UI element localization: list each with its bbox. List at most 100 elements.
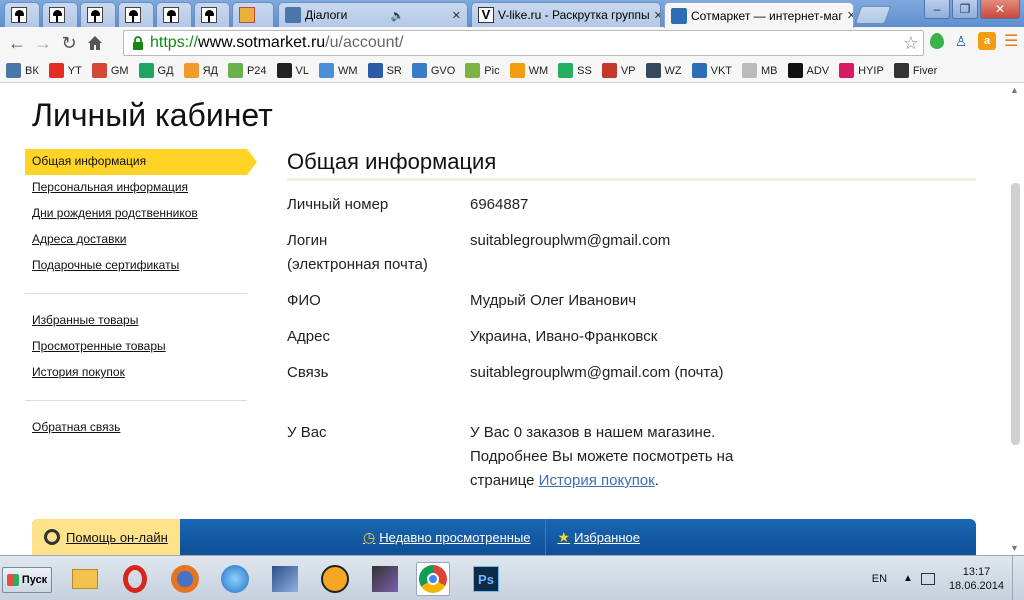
bookmark-item[interactable]: ADV (787, 63, 829, 78)
bookmark-label: WZ (664, 64, 682, 77)
close-icon[interactable]: ✕ (843, 9, 853, 22)
favorites-label: Избранное (574, 529, 640, 545)
pinned-tab[interactable] (194, 2, 230, 27)
bookmark-item[interactable]: HYIP (839, 63, 884, 78)
palm-tree-icon (11, 7, 27, 23)
evernote-icon[interactable] (930, 33, 944, 49)
bookmark-item[interactable]: GM (91, 63, 129, 78)
bookmark-item[interactable]: P24 (227, 63, 267, 78)
bookmark-item[interactable]: WZ (645, 63, 682, 78)
bookmark-label: SS (577, 64, 592, 77)
bookmark-item[interactable]: VL (276, 63, 309, 78)
close-window-button[interactable]: ✕ (980, 0, 1020, 19)
bookmark-item[interactable]: Pic (465, 63, 500, 78)
pinned-tab[interactable] (42, 2, 78, 27)
bookmark-item[interactable]: VP (601, 63, 636, 78)
pinned-tab[interactable] (4, 2, 40, 27)
explorer-taskbar-icon[interactable] (68, 562, 102, 596)
bookmark-item[interactable]: GД (138, 63, 174, 78)
bookmark-label: GM (110, 64, 129, 77)
scroll-down-icon[interactable]: ▼ (1010, 543, 1019, 553)
tool-taskbar-icon[interactable] (368, 562, 402, 596)
photoshop-taskbar-icon[interactable]: Ps (469, 562, 503, 596)
bookmark-item[interactable]: WM (509, 63, 548, 78)
scroll-up-icon[interactable]: ▲ (1010, 85, 1019, 95)
bookmark-label: ЯД (202, 64, 218, 77)
restore-button[interactable]: ❐ (952, 0, 978, 19)
speaker-icon[interactable]: 🔈 (391, 9, 405, 22)
palm-tree-icon (49, 7, 65, 23)
bookmark-label: HYIP (858, 64, 884, 77)
recently-viewed-button[interactable]: ◷ Недавно просмотренные (363, 529, 531, 546)
sidebar-item[interactable]: Просмотренные товары (25, 334, 257, 360)
browser-taskbar-icon[interactable] (218, 562, 252, 596)
back-button[interactable]: ← (4, 30, 30, 56)
tab-sotmarket[interactable]: Сотмаркет — интернет-маг ✕ (664, 2, 854, 28)
row-value: Мудрый Олег Иванович (470, 292, 637, 309)
bookmark-icon (645, 63, 661, 78)
menu-icon[interactable]: ☰ (1004, 31, 1018, 51)
bookmark-star-icon[interactable]: ☆ (903, 33, 919, 54)
close-icon[interactable]: ✕ (650, 9, 660, 22)
start-button[interactable]: Пуск (2, 567, 52, 593)
clock-time: 13:17 (962, 565, 991, 578)
pinned-tab[interactable] (232, 2, 274, 27)
bookmark-item[interactable]: SS (558, 63, 592, 78)
online-help-button[interactable]: Помощь он-лайн (32, 519, 180, 555)
show-desktop-button[interactable] (1012, 556, 1024, 600)
new-tab-button[interactable] (854, 6, 892, 24)
close-icon[interactable]: ✕ (448, 9, 461, 22)
bookmark-item[interactable]: Fiver (893, 63, 937, 78)
opera-taskbar-icon[interactable] (118, 562, 152, 596)
app-taskbar-icon[interactable] (268, 562, 302, 596)
firefox-taskbar-icon[interactable] (168, 562, 202, 596)
sidebar-item[interactable]: Обратная связь (25, 415, 257, 441)
row-address: Адрес Украина, Ивано-Франковск (287, 325, 976, 361)
bookmark-item[interactable]: MB (742, 63, 778, 78)
bookmark-item[interactable]: WM (319, 63, 358, 78)
sidebar-item[interactable]: Персональная информация (25, 175, 257, 201)
minimize-button[interactable]: – (924, 0, 950, 19)
tab-dialogi[interactable]: Діалоги 🔈 ✕ (278, 2, 468, 27)
row-personal-number: Личный номер 6964887 (287, 193, 976, 229)
reload-button[interactable]: ↻ (56, 30, 82, 56)
bookmark-item[interactable]: ВК (6, 63, 39, 78)
pinned-tab[interactable] (118, 2, 154, 27)
clock[interactable]: 13:17 18.06.2014 (949, 565, 1004, 593)
bookmark-item[interactable]: VKT (691, 63, 732, 78)
scrollbar[interactable]: ▲ ▼ (1007, 83, 1024, 555)
network-icon[interactable] (920, 572, 935, 585)
language-indicator[interactable]: EN (872, 573, 887, 585)
chrome-taskbar-icon[interactable] (416, 562, 450, 596)
url-host: www.sotmarket.ru (198, 34, 326, 51)
sidebar-item[interactable]: Подарочные сертификаты (25, 253, 257, 279)
tab-vlike[interactable]: V V-like.ru - Раскрутка группы ✕ (471, 2, 661, 27)
extension-icon[interactable]: a (978, 32, 996, 50)
scrollbar-thumb[interactable] (1011, 183, 1020, 445)
address-bar[interactable]: https://www.sotmarket.ru/u/account/ ☆ (123, 30, 924, 56)
purchase-history-link[interactable]: История покупок (539, 472, 655, 489)
forward-arrow-icon: → (34, 32, 52, 53)
bookmark-item[interactable]: YT (48, 63, 82, 78)
section-title: Общая информация (287, 149, 976, 181)
sidebar-item[interactable]: История покупок (25, 360, 257, 386)
bookmark-item[interactable]: SR (367, 63, 402, 78)
bookmark-icon (691, 63, 707, 78)
bookmark-item[interactable]: ЯД (183, 63, 218, 78)
extension-icon[interactable]: ♙ (952, 32, 970, 50)
aimp-taskbar-icon[interactable] (318, 562, 352, 596)
home-button[interactable] (82, 30, 108, 56)
favorites-button[interactable]: ★ Избранное (558, 529, 640, 546)
bookmark-label: VP (620, 64, 636, 77)
sidebar-item[interactable]: Дни рождения родственников (25, 201, 257, 227)
sidebar-item[interactable]: Общая информация (25, 149, 257, 175)
orders-line: Подробнее Вы можете посмотреть на (470, 448, 734, 465)
bookmark-item[interactable]: GVO (411, 63, 455, 78)
show-hidden-icons[interactable]: ▲ (903, 573, 913, 584)
pinned-tab[interactable] (156, 2, 192, 27)
sidebar-item[interactable]: Избранные товары (25, 308, 257, 334)
sidebar-item[interactable]: Адреса доставки (25, 227, 257, 253)
pinned-tab[interactable] (80, 2, 116, 27)
sotmarket-icon (671, 7, 687, 24)
forward-button[interactable]: → (30, 30, 56, 56)
